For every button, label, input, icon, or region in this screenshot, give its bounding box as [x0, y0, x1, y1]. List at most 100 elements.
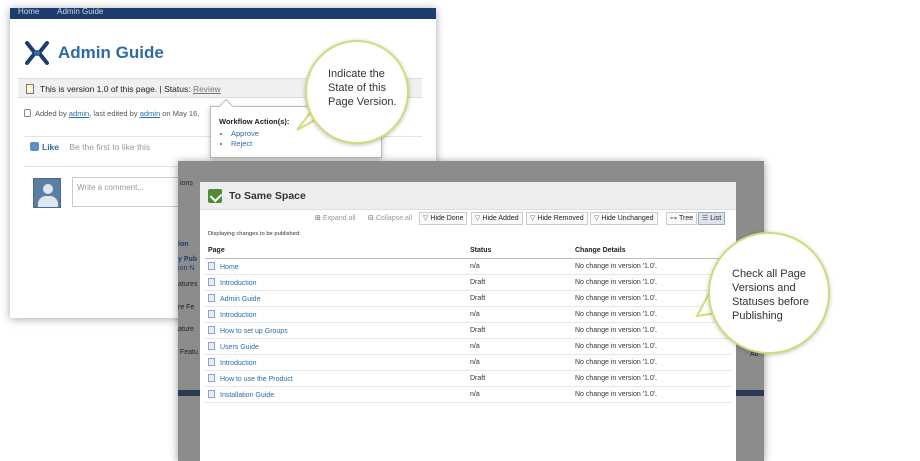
page-link[interactable]: Installation Guide	[220, 392, 274, 399]
column-header-page: Page	[205, 244, 467, 259]
page-icon	[208, 341, 215, 350]
page-link[interactable]: Admin Guide	[220, 296, 260, 303]
hide-unchanged-button[interactable]: ▽ Hide Unchanged	[590, 212, 658, 225]
filter-icon: ▽	[530, 215, 536, 222]
publish-dialog: To Same Space ⊞ Expand all ⊟ Collapse all …	[200, 182, 736, 461]
background-fragment: re Fe	[178, 304, 195, 311]
page-link[interactable]: Introduction	[220, 312, 257, 319]
page-icon	[208, 309, 215, 318]
background-fragment: y Pub	[178, 256, 198, 263]
filter-icon: ▽	[423, 215, 429, 222]
cell-status: n/a	[467, 354, 572, 371]
comment-placeholder: Write a comment...	[77, 183, 144, 192]
like-button[interactable]: Like	[30, 142, 59, 152]
nav-link-home[interactable]: Home	[18, 8, 39, 16]
hide-done-label: Hide Done	[430, 215, 464, 222]
meta-mid: , last edited by	[89, 109, 138, 118]
page-link[interactable]: Introduction	[220, 360, 257, 367]
table-row: Users Guide n/a No change in version '1.0'…	[205, 338, 731, 355]
page-icon	[208, 277, 215, 286]
page-icon	[208, 325, 215, 334]
added-by-link[interactable]: admin	[69, 109, 89, 118]
version-text: This is version 1.0 of this page. | Stat…	[40, 84, 191, 94]
page-link[interactable]: Introduction	[220, 280, 257, 287]
dialog-toolbar: ⊞ Expand all ⊟ Collapse all ▽ Hide Done ▽ Hi…	[200, 212, 736, 226]
collapse-all-button[interactable]: ⊟ Collapse all	[364, 212, 416, 225]
expand-all-label: Expand all	[322, 215, 356, 222]
document-icon	[26, 84, 34, 94]
minus-icon: ⊟	[368, 215, 374, 222]
meta-prefix: Added by	[35, 109, 67, 118]
background-fragment: ature	[178, 326, 194, 333]
thumbs-up-icon	[30, 142, 39, 151]
page-link[interactable]: Users Guide	[220, 344, 259, 351]
cell-status: n/a	[467, 306, 572, 323]
expand-all-button[interactable]: ⊞ Expand all	[311, 212, 360, 225]
table-row: How to set up Groups Draft No change in ve…	[205, 322, 731, 339]
cell-status: n/a	[467, 386, 572, 403]
tree-view-button[interactable]: ⊶ Tree	[666, 212, 698, 225]
dialog-header: To Same Space	[200, 182, 736, 210]
hide-unchanged-label: Hide Unchanged	[601, 215, 654, 222]
cell-status: Draft	[467, 274, 572, 291]
cell-page: Installation Guide	[205, 386, 467, 403]
page-title: Admin Guide	[58, 43, 164, 62]
filter-icon: ▽	[475, 215, 481, 222]
background-fragment: Featu	[180, 349, 198, 356]
like-hint: Be the first to like this	[69, 142, 151, 152]
publish-icon	[208, 189, 222, 203]
table-row: Home n/a No change in version '1.0'.	[205, 258, 731, 275]
like-row: Like Be the first to like this	[30, 142, 150, 152]
callout-right-line: Versions and	[732, 282, 796, 294]
nav-link-admin-guide[interactable]: Admin Guide	[57, 8, 103, 16]
publish-dialog-screenshot: ions ion y Pub ion N atures re Fe ature …	[178, 161, 764, 461]
cell-status: Draft	[467, 290, 572, 307]
page-icon	[208, 261, 215, 270]
hide-removed-button[interactable]: ▽ Hide Removed	[526, 212, 588, 225]
plus-icon: ⊞	[315, 215, 321, 222]
cell-status: n/a	[467, 258, 572, 275]
background-fragment: ion	[178, 241, 189, 248]
changes-table: Page Status Change Details Home n/a No cha…	[205, 244, 731, 403]
cell-status: n/a	[467, 338, 572, 355]
callout-right-line: Statuses before	[732, 296, 810, 308]
cell-status: Draft	[467, 322, 572, 339]
cell-change-details: No change in version '1.0'.	[572, 258, 731, 275]
popup-notch	[218, 98, 234, 114]
page-link[interactable]: How to set up Groups	[220, 328, 288, 335]
status-review-link[interactable]: Review	[193, 84, 221, 94]
page-link[interactable]: How to use the Product	[220, 376, 293, 383]
list-view-button[interactable]: ☰ List	[698, 212, 726, 225]
cell-change-details: No change in version '1.0'.	[572, 354, 731, 371]
page-metadata: Added by admin, last edited by admin on …	[24, 109, 199, 118]
avatar-body	[38, 196, 58, 207]
page-link[interactable]: Home	[220, 264, 239, 271]
lock-icon	[24, 109, 31, 117]
column-header-change-details: Change Details	[572, 244, 731, 259]
displaying-caption: Displaying changes to be published:	[208, 231, 301, 237]
tree-label: Tree	[679, 215, 694, 222]
cell-page: Introduction	[205, 306, 467, 323]
cell-page: How to set up Groups	[205, 322, 467, 339]
edited-by-link[interactable]: admin	[140, 109, 160, 118]
cell-status: Draft	[467, 370, 572, 387]
background-fragment: ion N	[178, 265, 195, 272]
list-label: List	[710, 215, 722, 222]
collapse-all-label: Collapse all	[375, 215, 413, 222]
table-row: Introduction n/a No change in version '1.0…	[205, 354, 731, 371]
callout-top-line: State of this	[328, 82, 387, 94]
list-icon: ☰	[702, 215, 709, 222]
callout-right-line: Publishing	[732, 310, 783, 322]
table-row: Installation Guide n/a No change in versio…	[205, 386, 731, 403]
hide-added-button[interactable]: ▽ Hide Added	[471, 212, 523, 225]
callout-right-line: Check all Page	[732, 268, 806, 280]
hide-done-button[interactable]: ▽ Hide Done	[419, 212, 468, 225]
tree-icon: ⊶	[670, 215, 677, 222]
dialog-title: To Same Space	[229, 190, 306, 202]
page-icon	[208, 357, 215, 366]
background-fragment: ions	[180, 180, 193, 187]
cell-page: Introduction	[205, 274, 467, 291]
cell-page: Admin Guide	[205, 290, 467, 307]
cell-page: Users Guide	[205, 338, 467, 355]
cell-page: How to use the Product	[205, 370, 467, 387]
